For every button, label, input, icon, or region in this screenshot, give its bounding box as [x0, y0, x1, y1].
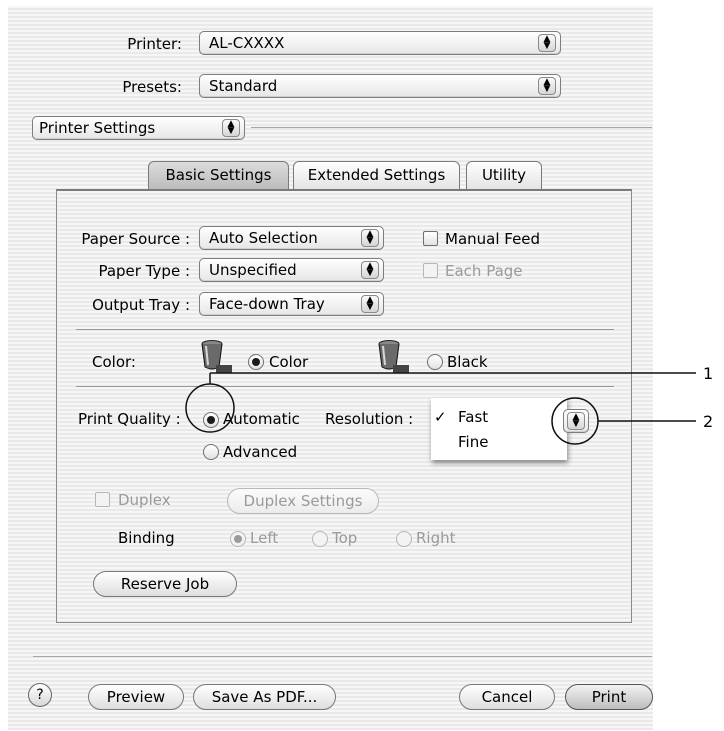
callout-2: 2 [703, 412, 714, 431]
callout-1: 1 [703, 364, 714, 383]
callout-lines [185, 372, 696, 445]
